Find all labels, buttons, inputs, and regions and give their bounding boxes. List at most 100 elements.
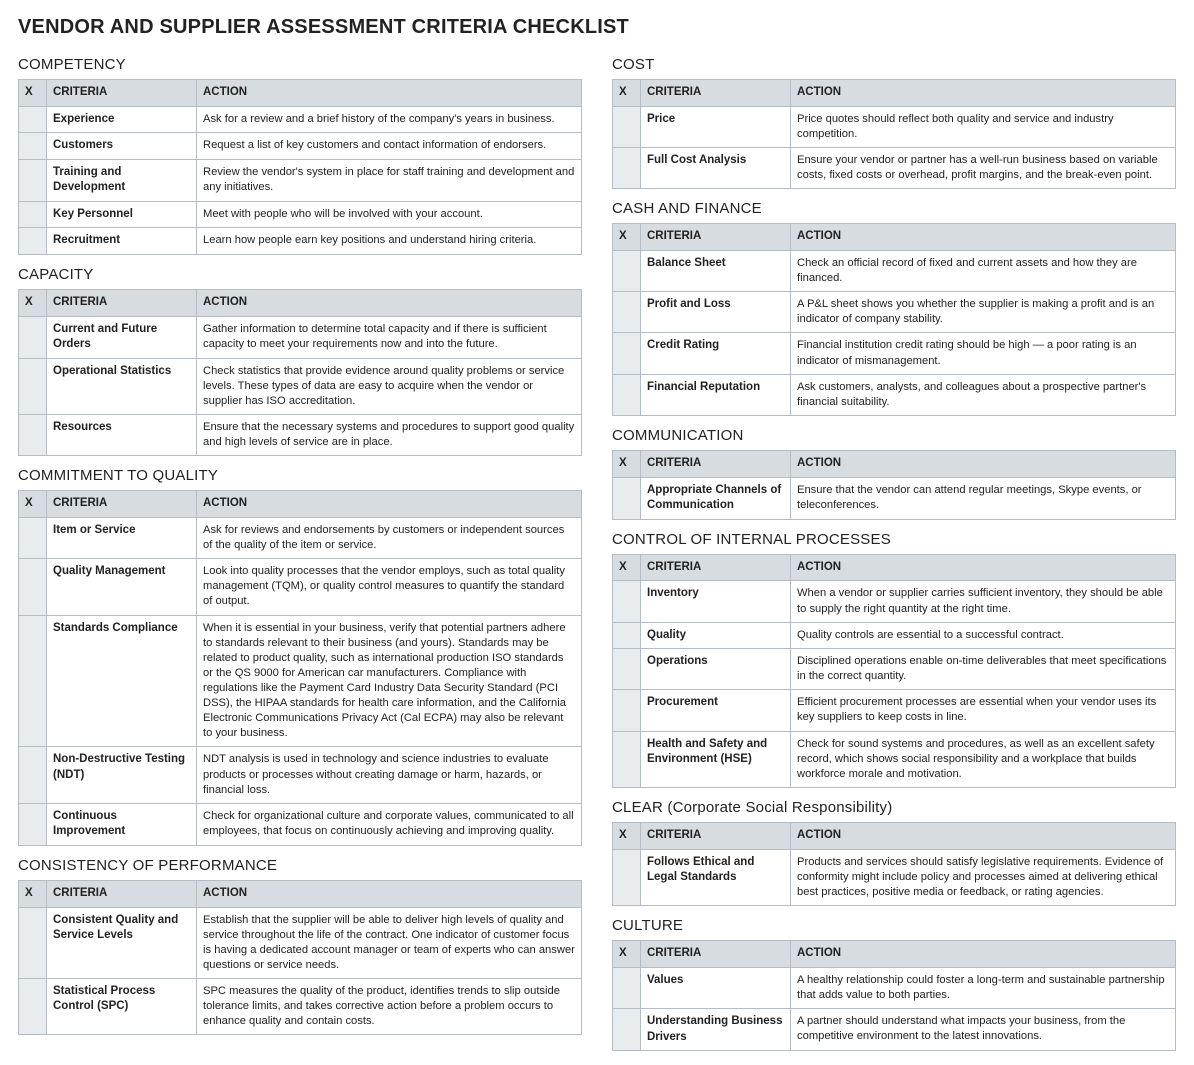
check-cell[interactable] <box>19 316 47 358</box>
check-cell[interactable] <box>613 477 641 519</box>
table-row: Statistical Process Control (SPC)SPC mea… <box>19 978 582 1034</box>
criteria-table: XCRITERIAACTIONAppropriate Channels of C… <box>612 450 1176 520</box>
check-cell[interactable] <box>613 333 641 374</box>
section-title: CULTURE <box>612 916 1176 936</box>
table-row: Training and DevelopmentReview the vendo… <box>19 159 582 201</box>
check-cell[interactable] <box>613 967 641 1008</box>
header-criteria: CRITERIA <box>47 80 197 107</box>
criteria-cell: Balance Sheet <box>641 250 791 291</box>
action-cell: Efficient procurement processes are esse… <box>791 690 1176 731</box>
check-cell[interactable] <box>19 106 47 133</box>
table-row: Continuous ImprovementCheck for organiza… <box>19 803 582 845</box>
check-cell[interactable] <box>613 1008 641 1050</box>
action-cell: NDT analysis is used in technology and s… <box>197 747 582 803</box>
check-cell[interactable] <box>613 849 641 905</box>
action-cell: A P&L sheet shows you whether the suppli… <box>791 292 1176 333</box>
check-cell[interactable] <box>19 414 47 455</box>
criteria-cell: Price <box>641 106 791 147</box>
header-criteria: CRITERIA <box>641 823 791 850</box>
check-cell[interactable] <box>613 622 641 649</box>
header-criteria: CRITERIA <box>641 554 791 581</box>
check-cell[interactable] <box>613 649 641 690</box>
check-cell[interactable] <box>613 581 641 622</box>
check-cell[interactable] <box>19 201 47 228</box>
check-cell[interactable] <box>613 690 641 731</box>
check-cell[interactable] <box>19 907 47 978</box>
table-row: ResourcesEnsure that the necessary syste… <box>19 414 582 455</box>
action-cell: Look into quality processes that the ven… <box>197 559 582 615</box>
section-title: CASH AND FINANCE <box>612 199 1176 219</box>
check-cell[interactable] <box>19 517 47 558</box>
check-cell[interactable] <box>19 133 47 160</box>
action-cell: Quality controls are essential to a succ… <box>791 622 1176 649</box>
criteria-cell: Quality <box>641 622 791 649</box>
check-cell[interactable] <box>19 615 47 747</box>
section-title: COMMITMENT TO QUALITY <box>18 466 582 486</box>
criteria-table: XCRITERIAACTIONExperienceAsk for a revie… <box>18 79 582 255</box>
header-criteria: CRITERIA <box>47 491 197 518</box>
table-row: Quality ManagementLook into quality proc… <box>19 559 582 615</box>
criteria-cell: Recruitment <box>47 228 197 255</box>
criteria-cell: Continuous Improvement <box>47 803 197 845</box>
check-cell[interactable] <box>19 228 47 255</box>
criteria-cell: Full Cost Analysis <box>641 147 791 188</box>
table-row: Standards ComplianceWhen it is essential… <box>19 615 582 747</box>
header-x: X <box>19 881 47 908</box>
criteria-cell: Inventory <box>641 581 791 622</box>
table-row: CustomersRequest a list of key customers… <box>19 133 582 160</box>
action-cell: Ensure your vendor or partner has a well… <box>791 147 1176 188</box>
action-cell: Financial institution credit rating shou… <box>791 333 1176 374</box>
header-criteria: CRITERIA <box>641 224 791 251</box>
check-cell[interactable] <box>19 978 47 1034</box>
criteria-table: XCRITERIAACTIONPricePrice quotes should … <box>612 79 1176 189</box>
header-action: ACTION <box>791 823 1176 850</box>
check-cell[interactable] <box>19 803 47 845</box>
check-cell[interactable] <box>19 559 47 615</box>
table-row: Understanding Business DriversA partner … <box>613 1008 1176 1050</box>
header-x: X <box>613 554 641 581</box>
table-row: Non-Destructive Testing (NDT)NDT analysi… <box>19 747 582 803</box>
header-action: ACTION <box>197 290 582 317</box>
check-cell[interactable] <box>19 159 47 201</box>
check-cell[interactable] <box>613 374 641 415</box>
action-cell: Establish that the supplier will be able… <box>197 907 582 978</box>
action-cell: Meet with people who will be involved wi… <box>197 201 582 228</box>
table-row: Profit and LossA P&L sheet shows you whe… <box>613 292 1176 333</box>
table-row: Financial ReputationAsk customers, analy… <box>613 374 1176 415</box>
action-cell: Check statistics that provide evidence a… <box>197 358 582 414</box>
section-title: COST <box>612 55 1176 75</box>
action-cell: Check for organizational culture and cor… <box>197 803 582 845</box>
criteria-cell: Experience <box>47 106 197 133</box>
action-cell: When it is essential in your business, v… <box>197 615 582 747</box>
section-title: COMMUNICATION <box>612 426 1176 446</box>
criteria-table: XCRITERIAACTIONFollows Ethical and Legal… <box>612 822 1176 906</box>
criteria-cell: Standards Compliance <box>47 615 197 747</box>
columns-wrapper: COMPETENCYXCRITERIAACTIONExperienceAsk f… <box>18 45 1176 1051</box>
check-cell[interactable] <box>613 731 641 787</box>
check-cell[interactable] <box>613 292 641 333</box>
table-row: ExperienceAsk for a review and a brief h… <box>19 106 582 133</box>
criteria-cell: Key Personnel <box>47 201 197 228</box>
header-x: X <box>613 224 641 251</box>
check-cell[interactable] <box>613 250 641 291</box>
header-x: X <box>613 451 641 478</box>
criteria-cell: Operational Statistics <box>47 358 197 414</box>
header-x: X <box>613 823 641 850</box>
header-x: X <box>19 80 47 107</box>
check-cell[interactable] <box>613 147 641 188</box>
table-row: OperationsDisciplined operations enable … <box>613 649 1176 690</box>
page-title: VENDOR AND SUPPLIER ASSESSMENT CRITERIA … <box>18 14 1176 41</box>
criteria-table: XCRITERIAACTIONConsistent Quality and Se… <box>18 880 582 1035</box>
criteria-cell: Statistical Process Control (SPC) <box>47 978 197 1034</box>
criteria-cell: Follows Ethical and Legal Standards <box>641 849 791 905</box>
action-cell: Products and services should satisfy leg… <box>791 849 1176 905</box>
check-cell[interactable] <box>19 747 47 803</box>
action-cell: When a vendor or supplier carries suffic… <box>791 581 1176 622</box>
action-cell: Disciplined operations enable on-time de… <box>791 649 1176 690</box>
criteria-cell: Profit and Loss <box>641 292 791 333</box>
header-criteria: CRITERIA <box>641 80 791 107</box>
section-title: CONSISTENCY OF PERFORMANCE <box>18 856 582 876</box>
check-cell[interactable] <box>613 106 641 147</box>
section-title: COMPETENCY <box>18 55 582 75</box>
check-cell[interactable] <box>19 358 47 414</box>
